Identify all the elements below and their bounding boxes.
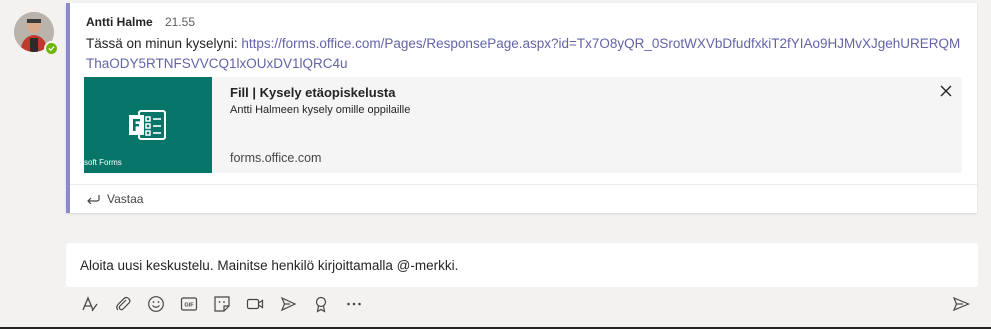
close-icon <box>940 85 952 97</box>
message-text: Tässä on minun kyselyni: <box>86 36 242 51</box>
reply-label: Vastaa <box>107 192 144 206</box>
svg-text:GIF: GIF <box>184 303 194 309</box>
compose-placeholder: Aloita uusi keskustelu. Mainitse henkilö… <box>80 258 459 273</box>
card-thumbnail: soft Forms <box>84 77 212 173</box>
post-author[interactable]: Antti Halme <box>86 15 153 29</box>
card-domain: forms.office.com <box>230 151 322 165</box>
praise-button[interactable] <box>310 293 332 315</box>
gif-icon: GIF <box>180 297 198 311</box>
thumbnail-caption: soft Forms <box>84 158 122 167</box>
conversation-post: Antti Halme 21.55 Tässä on minun kyselyn… <box>66 3 977 213</box>
format-button[interactable] <box>79 293 101 315</box>
attach-button[interactable] <box>112 293 134 315</box>
praise-icon <box>315 296 327 313</box>
send-icon <box>952 296 970 312</box>
sticker-icon <box>214 296 230 312</box>
compose-box[interactable]: Aloita uusi keskustelu. Mainitse henkilö… <box>66 243 978 287</box>
close-preview-button[interactable] <box>938 83 954 99</box>
reply-arrow-icon <box>87 195 100 204</box>
link-preview-card[interactable]: soft Forms Fill | Kysely etäopiskelusta … <box>84 77 962 173</box>
stream-icon <box>280 296 297 312</box>
gif-button[interactable]: GIF <box>178 293 200 315</box>
forms-logo-icon <box>129 110 166 140</box>
format-icon <box>82 296 98 312</box>
post-divider <box>70 184 977 185</box>
reply-button[interactable]: Vastaa <box>86 192 143 206</box>
meet-now-button[interactable] <box>244 293 266 315</box>
attach-icon <box>116 296 131 311</box>
presence-available-icon <box>44 41 59 56</box>
post-message: Tässä on minun kyselyni: https://forms.o… <box>86 34 966 74</box>
sticker-button[interactable] <box>211 293 233 315</box>
more-options-icon <box>347 302 361 306</box>
more-options-button[interactable] <box>343 293 365 315</box>
compose-toolbar: GIF <box>79 293 365 315</box>
card-title[interactable]: Fill | Kysely etäopiskelusta <box>230 85 395 100</box>
card-description: Antti Halmeen kysely omille oppilaille <box>230 104 411 116</box>
post-time: 21.55 <box>165 15 196 29</box>
stream-button[interactable] <box>277 293 299 315</box>
emoji-button[interactable] <box>145 293 167 315</box>
send-button[interactable] <box>950 293 972 315</box>
meet-now-icon <box>246 298 264 310</box>
emoji-icon <box>148 296 164 312</box>
